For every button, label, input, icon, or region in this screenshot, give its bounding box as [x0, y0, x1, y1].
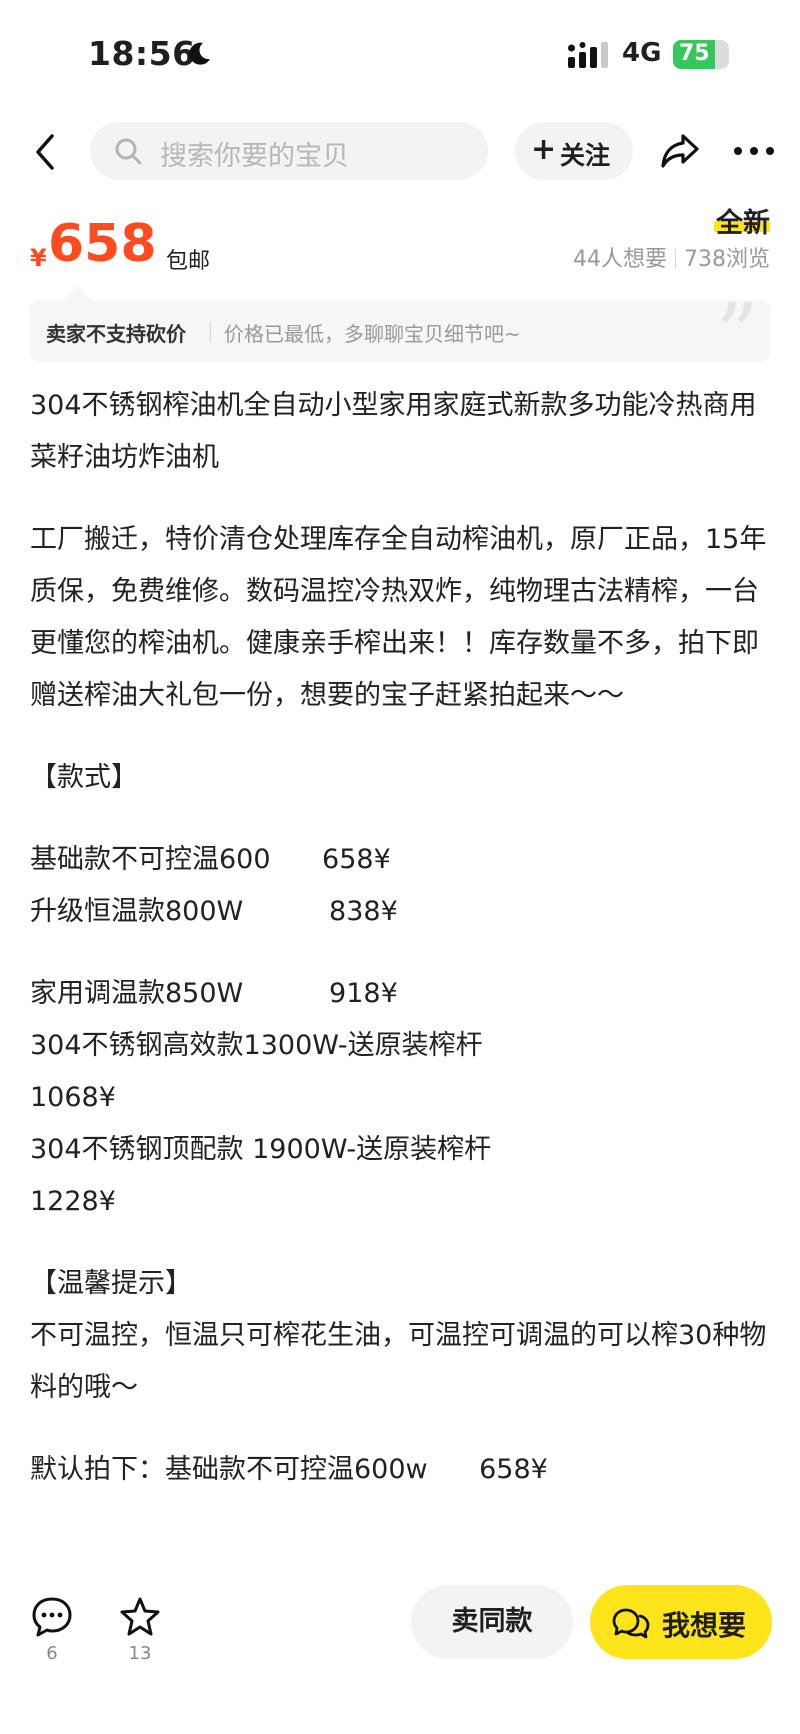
- battery-charging-icon: 75: [673, 40, 729, 69]
- comment-icon[interactable]: [30, 1595, 74, 1639]
- product-description: 304不锈钢榨油机全自动小型家用家庭式新款多功能冷热商用菜籽油坊炸油机 工厂搬迁…: [30, 380, 775, 1565]
- follow-button[interactable]: + 关注: [515, 122, 633, 180]
- tips-heading: 【温馨提示】: [30, 1268, 192, 1299]
- want-button[interactable]: 我想要: [590, 1585, 772, 1659]
- sell-same-button[interactable]: 卖同款: [411, 1585, 573, 1659]
- style-line: 基础款不可控温600 658¥: [30, 844, 391, 875]
- product-title: 304不锈钢榨油机全自动小型家用家庭式新款多功能冷热商用菜籽油坊炸油机: [30, 390, 757, 473]
- style-line: 304不锈钢高效款1300W-送原装榨杆: [30, 1030, 483, 1061]
- styles-heading: 【款式】: [30, 762, 138, 793]
- want-label: 我想要: [662, 1609, 747, 1642]
- signal-icon: [568, 42, 608, 68]
- price: 658: [48, 214, 157, 274]
- bottom-action-bar: 6 13 卖同款 我想要: [0, 1575, 800, 1734]
- star-icon[interactable]: [118, 1595, 162, 1639]
- share-icon[interactable]: [660, 132, 700, 170]
- battery-text: 75: [679, 41, 710, 66]
- search-input[interactable]: 搜索你要的宝贝: [90, 122, 488, 180]
- bubble-tip: [64, 286, 92, 300]
- status-time: 18:56: [88, 34, 196, 73]
- condition-label: 全新: [716, 208, 770, 239]
- bargain-sub-text: 价格已最低，多聊聊宝贝细节吧~: [224, 322, 521, 346]
- style-line: 1228¥: [30, 1186, 116, 1217]
- style-line: 家用调温款850W 918¥: [30, 978, 398, 1009]
- default-option: 默认拍下：基础款不可控温600w 658¥: [30, 1454, 548, 1485]
- tips-text: 不可温控，恒温只可榨花生油，可温控可调温的可以榨30种物料的哦～: [30, 1320, 767, 1403]
- style-line: 304不锈钢顶配款 1900W-送原装榨杆: [30, 1134, 492, 1165]
- bargain-main-text: 卖家不支持砍价: [46, 322, 186, 346]
- views-count: 738浏览: [684, 247, 770, 272]
- moon-icon: [189, 42, 210, 65]
- search-icon: [115, 138, 142, 165]
- description-intro: 工厂搬迁，特价清仓处理库存全自动榨油机，原厂正品，15年质保，免费维修。数码温控…: [30, 524, 767, 711]
- shipping-label: 包邮: [166, 249, 211, 274]
- more-dots-icon[interactable]: [733, 146, 775, 156]
- currency-symbol: ¥: [30, 244, 47, 272]
- product-stats: 44人想要 738浏览: [573, 241, 770, 273]
- bargain-divider: [210, 321, 211, 343]
- search-placeholder: 搜索你要的宝贝: [160, 141, 349, 172]
- chat-bubbles-icon: [612, 1608, 650, 1639]
- favorite-count: 13: [128, 1643, 152, 1664]
- nav-bar: 搜索你要的宝贝 + 关注: [0, 118, 800, 184]
- stats-divider: [675, 249, 676, 269]
- plus-icon: +: [531, 132, 557, 167]
- quote-icon: ”: [716, 287, 758, 382]
- network-type: 4G: [622, 38, 662, 68]
- bargain-notice: 卖家不支持砍价 价格已最低，多聊聊宝贝细节吧~ ”: [30, 286, 770, 376]
- wants-count: 44人想要: [573, 247, 667, 272]
- style-line: 升级恒温款800W 838¥: [30, 896, 398, 927]
- status-bar: 18:56 4G 75: [0, 0, 800, 110]
- comment-count: 6: [46, 1643, 58, 1664]
- back-arrow-icon[interactable]: [30, 132, 60, 172]
- style-line: 1068¥: [30, 1082, 116, 1113]
- follow-label: 关注: [560, 141, 611, 170]
